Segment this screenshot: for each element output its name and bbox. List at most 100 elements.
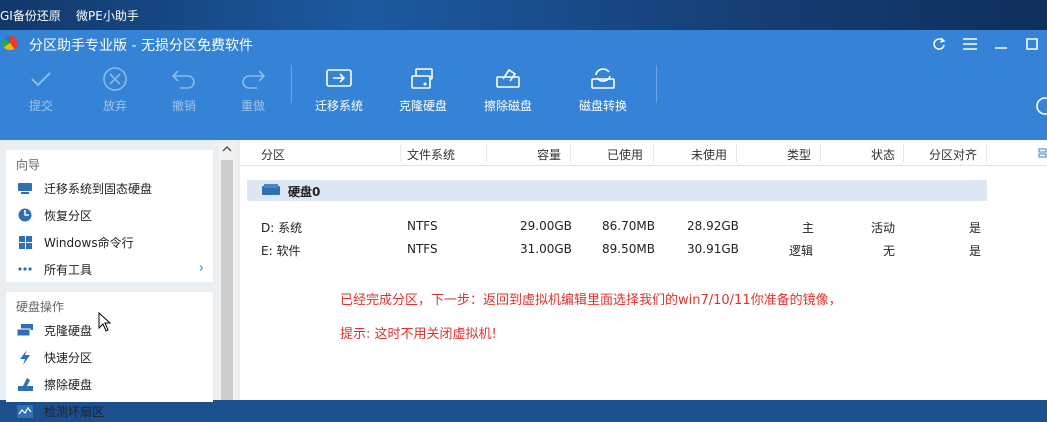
sidebar-item-quick-partition[interactable]: 快速分区: [16, 346, 206, 368]
sidebar-item-wipe-disk[interactable]: 擦除硬盘: [16, 373, 206, 395]
redo-button[interactable]: 重做: [221, 57, 285, 140]
col-alignment[interactable]: 分区对齐: [929, 146, 977, 163]
cell-partition: D: 系统: [261, 221, 303, 235]
lightning-icon: [16, 349, 34, 365]
sidebar-item-bad-sector[interactable]: 检测坏扇区: [16, 400, 206, 422]
bad-sector-icon: [16, 403, 34, 419]
app-logo-icon: [2, 36, 18, 50]
disk-convert-icon: [588, 65, 618, 93]
disk-convert-button[interactable]: 磁盘转换: [571, 57, 635, 140]
cell-type: 逻辑: [789, 244, 814, 258]
cell-status: 无: [883, 244, 896, 258]
restore-partition-icon: [16, 207, 34, 223]
desktop-shortcut-wepe[interactable]: 微PE小助手: [76, 7, 139, 24]
window-title: 分区助手专业版 - 无损分区免费软件: [29, 38, 253, 54]
chevron-right-icon: ›: [198, 261, 204, 276]
cell-used: 86.70MB: [602, 219, 655, 233]
disk-row[interactable]: 硬盘0: [247, 180, 987, 201]
col-free[interactable]: 未使用: [691, 146, 727, 163]
sidebar-item-label: Windows命令行: [44, 235, 134, 250]
tip-note: 提示: 这时不用关闭虚拟机!: [340, 327, 497, 342]
maximize-icon[interactable]: [1021, 33, 1043, 55]
col-filesystem[interactable]: 文件系统: [407, 146, 455, 163]
cell-alignment: 是: [969, 221, 982, 235]
cell-free: 28.92GB: [687, 219, 739, 233]
migrate-system-icon: [324, 65, 354, 93]
sidebar-item-label: 克隆硬盘: [44, 323, 93, 338]
left-scrollbar[interactable]: [218, 140, 236, 400]
clone-disk-icon: [408, 65, 438, 93]
minimize-icon[interactable]: [990, 33, 1012, 55]
cell-partition: E: 软件: [261, 244, 301, 258]
wipe-disk-label: 擦除磁盘: [483, 99, 532, 113]
disk-convert-label: 磁盘转换: [578, 99, 627, 113]
col-partition[interactable]: 分区: [261, 146, 285, 163]
sidebar-item-all-tools[interactable]: 所有工具 ›: [16, 258, 206, 280]
check-icon: [26, 65, 56, 93]
wipe-icon: [16, 376, 34, 392]
cell-capacity: 29.00GB: [520, 219, 572, 233]
col-status[interactable]: 状态: [871, 146, 895, 163]
col-used[interactable]: 已使用: [607, 146, 643, 163]
wizard-section: 向导 迁移系统到固态硬盘 恢复分区 Windows命令行 所有工具 ›: [6, 150, 213, 282]
scroll-thumb[interactable]: [221, 160, 233, 400]
migrate-system-label: 迁移系统: [314, 99, 363, 113]
cell-used: 89.50MB: [602, 242, 655, 256]
cell-free: 30.91GB: [687, 242, 739, 256]
menu-icon[interactable]: [959, 33, 981, 55]
cell-filesystem: NTFS: [407, 242, 438, 256]
sidebar-item-label: 快速分区: [44, 350, 93, 365]
migrate-system-button[interactable]: 迁移系统: [307, 57, 371, 140]
wizard-heading: 向导: [16, 158, 41, 172]
scroll-up-icon[interactable]: [222, 144, 232, 154]
clone-disk-button[interactable]: 克隆硬盘: [391, 57, 455, 140]
more-icon: [16, 261, 34, 277]
hard-disk-icon: [262, 184, 280, 195]
title-bar: 分区助手专业版 - 无损分区免费软件: [0, 30, 1047, 57]
redo-icon: [238, 65, 268, 93]
cell-capacity: 31.00GB: [520, 242, 572, 256]
view-toggle-icon[interactable]: [1038, 148, 1047, 158]
clone-disk-label: 克隆硬盘: [398, 99, 447, 113]
wipe-disk-icon: [493, 65, 523, 93]
partition-list-panel: 分区 文件系统 容量 已使用 未使用 类型 状态 分区对齐 硬盘0 D: 系统 …: [240, 140, 1047, 400]
sidebar-item-windows-cmd[interactable]: Windows命令行: [16, 231, 206, 253]
tools-icon: [1036, 97, 1047, 115]
cell-type: 主: [802, 221, 815, 235]
sidebar-item-label: 恢复分区: [44, 208, 93, 223]
sidebar-item-label: 迁移系统到固态硬盘: [44, 181, 153, 196]
cell-filesystem: NTFS: [407, 219, 438, 233]
mouse-cursor-icon: [98, 312, 112, 332]
undo-button[interactable]: 撤销: [152, 57, 216, 140]
table-row[interactable]: E: 软件 NTFS 31.00GB 89.50MB 30.91GB 逻辑 无 …: [240, 239, 1047, 259]
cancel-icon: [100, 65, 130, 93]
sidebar-item-label: 检测坏扇区: [44, 404, 105, 419]
submit-button[interactable]: 提交: [9, 57, 73, 140]
discard-button[interactable]: 放弃: [83, 57, 147, 140]
toolbar: 提交 放弃 撤销 重做 迁移系统 克隆硬盘 擦除磁盘 磁盘转换: [0, 57, 1047, 158]
cell-status: 活动: [871, 221, 896, 235]
left-panel: 向导 迁移系统到固态硬盘 恢复分区 Windows命令行 所有工具 › 硬盘操作: [0, 140, 214, 419]
disk-ops-heading: 硬盘操作: [16, 300, 65, 314]
sidebar-item-label: 所有工具: [44, 262, 93, 277]
discard-label: 放弃: [102, 99, 127, 113]
toolbar-divider: [291, 65, 292, 103]
disk-operations-section: 硬盘操作 克隆硬盘 快速分区 擦除硬盘 检测坏扇区: [6, 292, 213, 419]
col-type[interactable]: 类型: [787, 146, 811, 163]
clone-disk-icon: [16, 322, 34, 338]
undo-label: 撤销: [171, 99, 196, 113]
migrate-ssd-icon: [16, 180, 34, 196]
windows-icon: [16, 234, 34, 250]
sidebar-item-label: 擦除硬盘: [44, 377, 93, 392]
refresh-icon[interactable]: [928, 33, 950, 55]
column-header: 分区 文件系统 容量 已使用 未使用 类型 状态 分区对齐: [240, 140, 1047, 166]
table-row[interactable]: D: 系统 NTFS 29.00GB 86.70MB 28.92GB 主 活动 …: [240, 216, 1047, 236]
app-window: 分区助手专业版 - 无损分区免费软件 提交 放弃 撤销 重做 迁移系统 克隆硬盘…: [0, 30, 1047, 419]
col-capacity[interactable]: 容量: [537, 146, 561, 163]
wipe-disk-button[interactable]: 擦除磁盘: [476, 57, 540, 140]
undo-icon: [169, 65, 199, 93]
sidebar-item-restore-partition[interactable]: 恢复分区: [16, 204, 206, 226]
instruction-note: 已经完成分区，下一步：返回到虚拟机编辑里面选择我们的win7/10/11你准备的…: [340, 293, 842, 308]
sidebar-item-migrate-ssd[interactable]: 迁移系统到固态硬盘: [16, 177, 206, 199]
desktop-shortcut-gi-backup[interactable]: GI备份还原: [0, 7, 61, 24]
